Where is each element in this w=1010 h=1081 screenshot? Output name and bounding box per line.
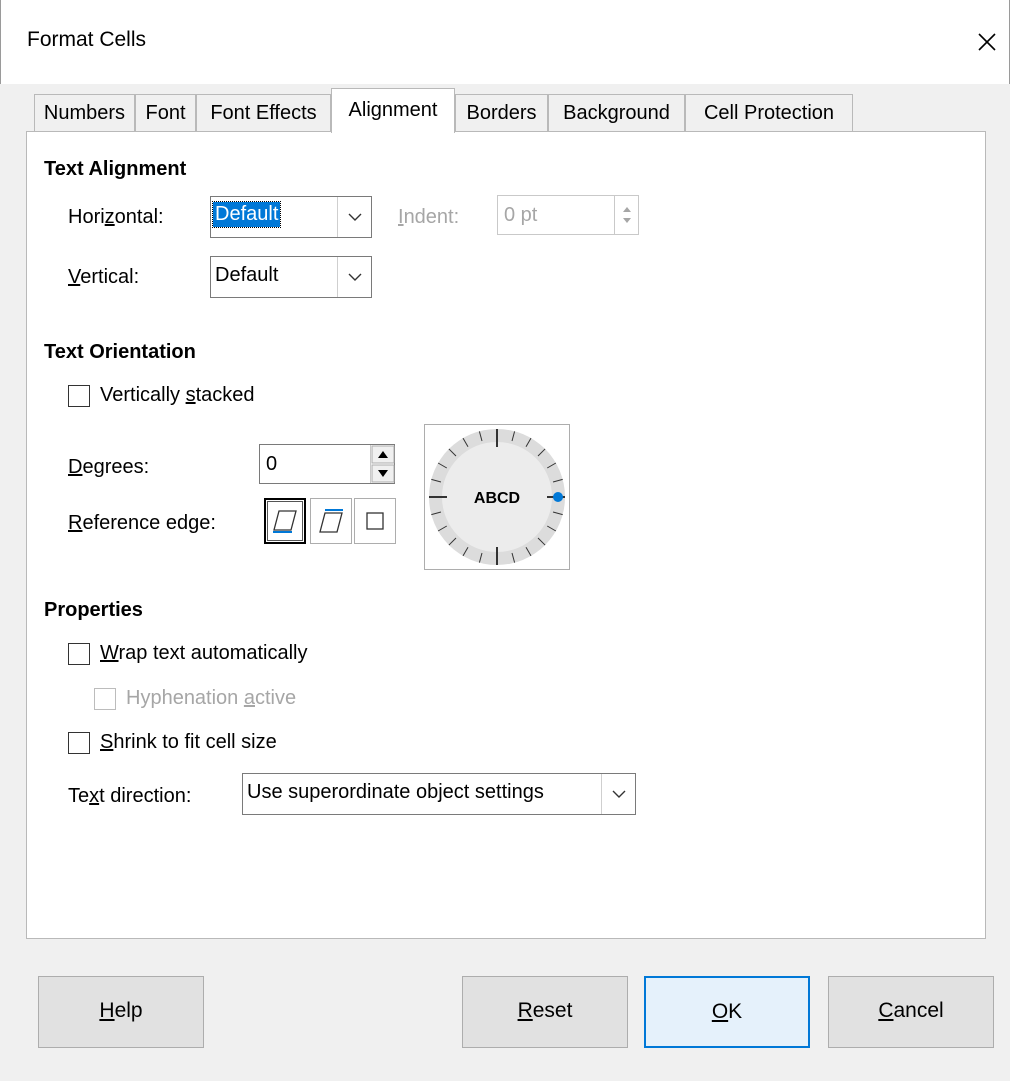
wrap-text-label[interactable]: Wrap text automatically [100,642,308,665]
hyphenation-checkbox[interactable] [94,688,116,710]
degrees-value: 0 [266,453,278,475]
text-direction-value: Use superordinate object settings [247,781,544,803]
indent-value: 0 pt [504,204,538,226]
text-direction-select[interactable]: Use superordinate object settings [242,773,636,815]
tab-font[interactable]: Font [135,94,196,132]
text-direction-dropdown-button[interactable] [601,774,635,814]
vertically-stacked-checkbox[interactable] [68,385,90,407]
shrink-to-fit-label[interactable]: Shrink to fit cell size [100,731,277,754]
hyphenation-label: Hyphenation active [126,687,297,709]
dial-handle[interactable] [553,492,563,502]
text-alignment-heading: Text Alignment [44,158,187,180]
degrees-label: Degrees: [68,456,150,478]
chevron-down-icon [612,790,626,798]
reference-edge-label: Reference edge: [68,512,216,534]
tab-alignment[interactable]: Alignment [331,88,455,133]
indent-spinbox[interactable]: 0 pt [497,195,639,235]
tab-numbers[interactable]: Numbers [34,94,135,132]
text-orientation-heading: Text Orientation [44,341,196,363]
dial-text: ABCD [474,490,520,507]
inside-cell-icon [366,512,384,530]
orientation-dial[interactable]: ABCD [424,424,570,570]
title-bar: Format Cells [0,0,1010,84]
tab-background[interactable]: Background [548,94,685,132]
horizontal-label: Horizontal: [68,206,164,228]
spin-arrows-icon [371,445,395,483]
vertical-label: Vertical: [68,266,140,288]
indent-label: Indent: [398,206,460,228]
degrees-spin-buttons[interactable] [370,445,395,483]
tab-bar: Numbers Font Font Effects Alignment Bord… [26,88,986,133]
reference-edge-inside-button[interactable] [354,498,396,544]
vertical-value: Default [215,264,279,286]
vertical-select[interactable]: Default [210,256,372,298]
top-edge-icon [319,509,343,533]
chevron-down-icon [348,273,362,281]
orientation-dial-graphic: ABCD [429,429,565,565]
shrink-to-fit-checkbox[interactable] [68,732,90,754]
bottom-edge-icon [273,510,297,533]
reset-button[interactable]: Reset [462,976,628,1048]
cancel-button[interactable]: Cancel [828,976,994,1048]
degrees-spinbox[interactable]: 0 [259,444,395,484]
horizontal-select[interactable]: Default [210,196,372,238]
help-button[interactable]: Help [38,976,204,1048]
wrap-text-checkbox[interactable] [68,643,90,665]
tab-borders[interactable]: Borders [455,94,548,132]
vertically-stacked-label[interactable]: Vertically stacked [100,384,255,407]
window-title: Format Cells [27,28,147,51]
horizontal-dropdown-button[interactable] [337,197,371,237]
reference-edge-top-button[interactable] [310,498,352,544]
indent-spin-buttons[interactable] [614,196,638,234]
close-button[interactable] [961,16,1010,66]
properties-heading: Properties [44,599,143,621]
spin-arrows-icon [623,207,631,223]
text-direction-label: Text direction: [68,785,192,807]
tab-cell-protection[interactable]: Cell Protection [685,94,853,132]
close-icon [978,33,996,51]
vertical-dropdown-button[interactable] [337,257,371,297]
horizontal-value: Default [211,201,282,228]
tab-font-effects[interactable]: Font Effects [196,94,331,132]
chevron-down-icon [348,213,362,221]
ok-button[interactable]: OK [644,976,810,1048]
reference-edge-bottom-button[interactable] [264,498,306,544]
